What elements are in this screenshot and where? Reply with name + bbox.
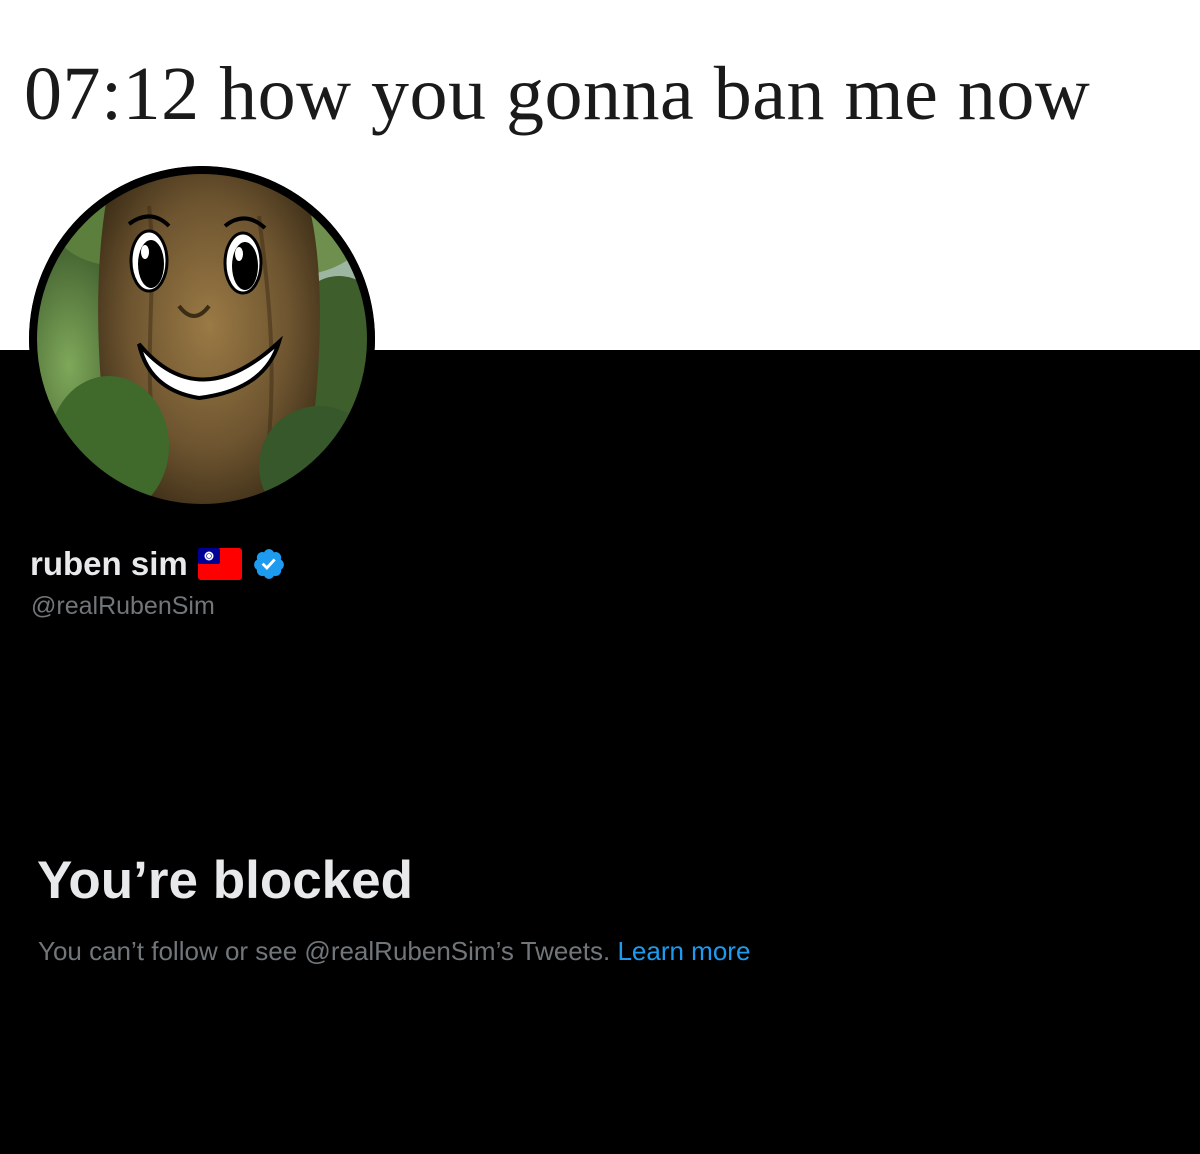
page: 07:12 how you gonna ban me now ruben sim…: [0, 0, 1200, 1154]
profile-avatar[interactable]: [29, 166, 375, 512]
tree-face-avatar-icon: [29, 166, 375, 512]
blocked-message-row: You can’t follow or see @realRubenSim’s …: [38, 936, 750, 967]
taiwan-flag-icon: [197, 548, 242, 580]
profile-handle: @realRubenSim: [31, 592, 215, 620]
meme-caption: 07:12 how you gonna ban me now: [24, 52, 1091, 136]
blocked-message: You can’t follow or see @realRubenSim’s …: [38, 936, 611, 966]
blocked-title: You’re blocked: [37, 851, 413, 910]
verified-badge-icon[interactable]: [252, 547, 286, 581]
learn-more-link[interactable]: Learn more: [617, 936, 750, 966]
display-name-row: ruben sim: [30, 542, 286, 586]
display-name: ruben sim: [30, 545, 188, 582]
